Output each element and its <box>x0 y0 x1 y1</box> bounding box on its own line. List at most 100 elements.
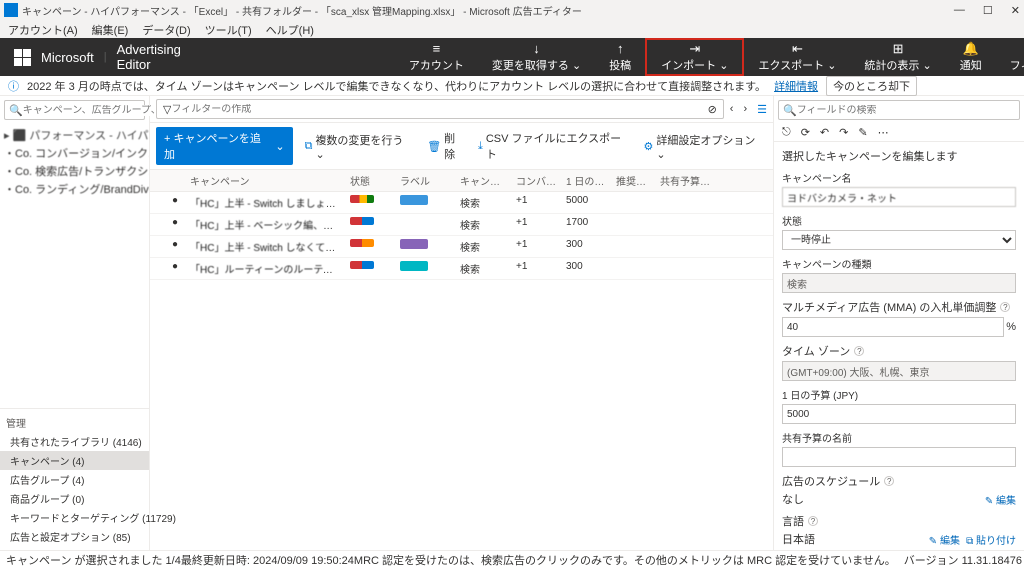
add-campaign-button[interactable]: + キャンペーンを追加⌄ <box>156 127 293 165</box>
tree-node[interactable]: ・Co. コンバージョン/インク… <box>4 144 145 162</box>
nav-prev[interactable]: ‹ <box>730 103 734 116</box>
brand-product: Advertising Editor <box>117 42 181 72</box>
table-row[interactable]: ●「HC」上半 - Switch しましょう」検索+15000 <box>150 192 773 214</box>
label-timezone: タイム ゾーン <box>782 343 850 359</box>
table-row[interactable]: ●「HC」上半 - ベーシック編、上半検索+11700 <box>150 214 773 236</box>
campaign-grid[interactable]: キャンペーン状態ラベルキャンペーンの…コンバージョン…1 日の予算推奨予算共有予… <box>150 170 773 550</box>
ribbon-1[interactable]: ↓変更を取得する ⌄ <box>478 38 595 76</box>
notice-link[interactable]: 詳細情報 <box>774 78 818 94</box>
edit-schedule-link[interactable]: ✎ 編集 <box>985 492 1016 507</box>
microsoft-logo-icon <box>14 49 31 66</box>
info-icon: ⓘ <box>8 78 19 94</box>
panel-tool-icon[interactable]: ⋯ <box>878 126 889 139</box>
panel-tool-icon[interactable]: ✎ <box>858 126 867 139</box>
management-header: 管理 <box>0 413 149 432</box>
paste-language-link[interactable]: ⧉ 貼り付け <box>966 536 1016 547</box>
col-header[interactable] <box>150 170 168 191</box>
panel-header: 選択したキャンペーンを編集します <box>782 148 1016 164</box>
tree-node[interactable]: ・Co. ランディング/BrandDiv… <box>4 180 145 198</box>
advanced-options-button[interactable]: ⚙詳細設定オプション ⌄ <box>643 132 767 161</box>
label-schedule: 広告のスケジュール <box>782 473 880 489</box>
label-budget: 1 日の予算 (JPY) <box>782 387 1016 402</box>
ribbon-4[interactable]: ⇤エクスポート ⌄ <box>744 38 850 76</box>
account-tree[interactable]: ▸ ⬛ パフォーマンス - ハイパフォ… ・Co. コンバージョン/インク… ・… <box>0 124 149 200</box>
notice-dismiss[interactable]: 今のところ却下 <box>826 76 917 96</box>
panel-tool-icon[interactable]: ⟳ <box>801 126 810 139</box>
status-updated: 最終更新日時: 2024/09/09 19:50:24 <box>181 552 354 568</box>
edit-language-link[interactable]: ✎ 編集 <box>929 536 960 547</box>
panel-tool-icon[interactable]: ↶ <box>820 126 829 139</box>
col-header[interactable]: キャンペーンの… <box>456 170 512 191</box>
input-mma[interactable] <box>782 317 1004 337</box>
col-header[interactable]: 共有予算の名前 <box>656 170 716 191</box>
field-search-input[interactable] <box>797 105 1015 116</box>
ribbon-3[interactable]: ⇥インポート ⌄ <box>645 38 744 76</box>
col-header[interactable]: 推奨予算 <box>612 170 656 191</box>
filter-clear-icon[interactable]: ⊘ <box>708 103 717 116</box>
table-row[interactable]: ●「HC」ルーティーンのルーティン人たち検索+1300 <box>150 258 773 280</box>
menu-data[interactable]: データ(D) <box>142 22 190 36</box>
col-header[interactable]: 1 日の予算 <box>562 170 612 191</box>
label-state: 状態 <box>782 213 1016 228</box>
input-budget[interactable] <box>782 404 1016 424</box>
col-header[interactable]: キャンペーン <box>186 170 346 191</box>
ribbon-2[interactable]: ↑投稿 <box>595 38 645 76</box>
minimize-button[interactable]: — <box>954 4 965 17</box>
col-header[interactable] <box>168 170 186 191</box>
ribbon: Microsoft | Advertising Editor ≡アカウント↓変更… <box>0 38 1024 76</box>
menu-tool[interactable]: ツール(T) <box>205 22 252 36</box>
delete-button[interactable]: 🗑削除 <box>427 130 466 162</box>
multi-change-button[interactable]: ⧉複数の変更を行う ⌄ <box>305 132 416 161</box>
columns-icon[interactable]: ☰ <box>757 103 767 116</box>
menubar: アカウント(A) 編集(E) データ(D) ツール(T) ヘルプ(H) <box>0 20 1024 38</box>
tree-node[interactable]: ▸ ⬛ パフォーマンス - ハイパフォ… <box>4 126 145 144</box>
campaign-search-input[interactable] <box>23 105 155 116</box>
panel-tool-icon[interactable]: ⎋ <box>782 126 791 139</box>
menu-edit[interactable]: 編集(E) <box>92 22 129 36</box>
help-icon[interactable]: ? <box>854 346 864 356</box>
table-row[interactable]: ●「HC」上半 - Switch しなくて…上半検索+1300 <box>150 236 773 258</box>
ribbon-0[interactable]: ≡アカウント <box>395 38 478 76</box>
col-header[interactable]: ラベル <box>396 170 456 191</box>
status-version: バージョン 11.31.18476 <box>904 552 1022 568</box>
help-icon[interactable]: ? <box>808 516 818 526</box>
mgmt-item[interactable]: 広告と設定オプション (85) <box>0 527 149 546</box>
mgmt-item[interactable]: 商品グループ (0) <box>0 489 149 508</box>
brand-ms: Microsoft <box>41 50 94 65</box>
mgmt-item[interactable]: 共有されたライブラリ (4146) <box>0 432 149 451</box>
mgmt-item[interactable]: キャンペーン (4) <box>0 451 149 470</box>
mgmt-item[interactable]: 広告グループ (4) <box>0 470 149 489</box>
mgmt-item[interactable]: キーワードとターゲティング (11729) <box>0 508 149 527</box>
label-campaign-type: キャンペーンの種類 <box>782 256 1016 271</box>
col-header[interactable]: 状態 <box>346 170 396 191</box>
nav-next[interactable]: › <box>743 103 747 116</box>
app-icon <box>4 3 18 17</box>
panel-tool-icon[interactable]: ↷ <box>839 126 848 139</box>
filter-input[interactable] <box>171 104 707 115</box>
left-pane: 🔍 ▸ ⬛ パフォーマンス - ハイパフォ… ・Co. コンバージョン/インク…… <box>0 96 150 550</box>
brand: Microsoft | Advertising Editor <box>0 38 195 76</box>
campaign-search[interactable]: 🔍 <box>4 100 145 120</box>
value-schedule: なし <box>782 491 804 507</box>
field-search[interactable]: 🔍 <box>778 100 1020 120</box>
center-pane: ▽ ⊘ ‹ › ☰ + キャンペーンを追加⌄ ⧉複数の変更を行う ⌄ 🗑削除 ⤓… <box>150 96 774 550</box>
select-state[interactable]: 一時停止 <box>782 230 1016 250</box>
menu-help[interactable]: ヘルプ(H) <box>266 22 314 36</box>
help-icon[interactable]: ? <box>1000 302 1010 312</box>
input-campaign-name[interactable] <box>782 187 1016 207</box>
help-icon[interactable]: ? <box>884 476 894 486</box>
label-campaign-name: キャンペーン名 <box>782 170 1016 185</box>
filter-box[interactable]: ▽ ⊘ <box>156 99 724 119</box>
input-shared-budget[interactable] <box>782 447 1016 467</box>
tree-node[interactable]: ・Co. 検索広告/トランザクシ… <box>4 162 145 180</box>
ribbon-5[interactable]: ⊞統計の表示 ⌄ <box>850 38 945 76</box>
search-icon: 🔍 <box>9 104 23 117</box>
menu-account[interactable]: アカウント(A) <box>8 22 78 36</box>
col-header[interactable]: コンバージョン… <box>512 170 562 191</box>
close-button[interactable]: ✕ <box>1011 4 1020 17</box>
maximize-button[interactable]: ☐ <box>983 4 993 17</box>
ribbon-7[interactable]: ☺フィードバックの送信 <box>996 38 1024 76</box>
export-csv-button[interactable]: ⤓CSV ファイルにエクスポート <box>478 130 631 162</box>
ribbon-6[interactable]: 🔔通知 <box>946 38 996 76</box>
label-mma: マルチメディア広告 (MMA) の入札単価調整 <box>782 299 996 315</box>
